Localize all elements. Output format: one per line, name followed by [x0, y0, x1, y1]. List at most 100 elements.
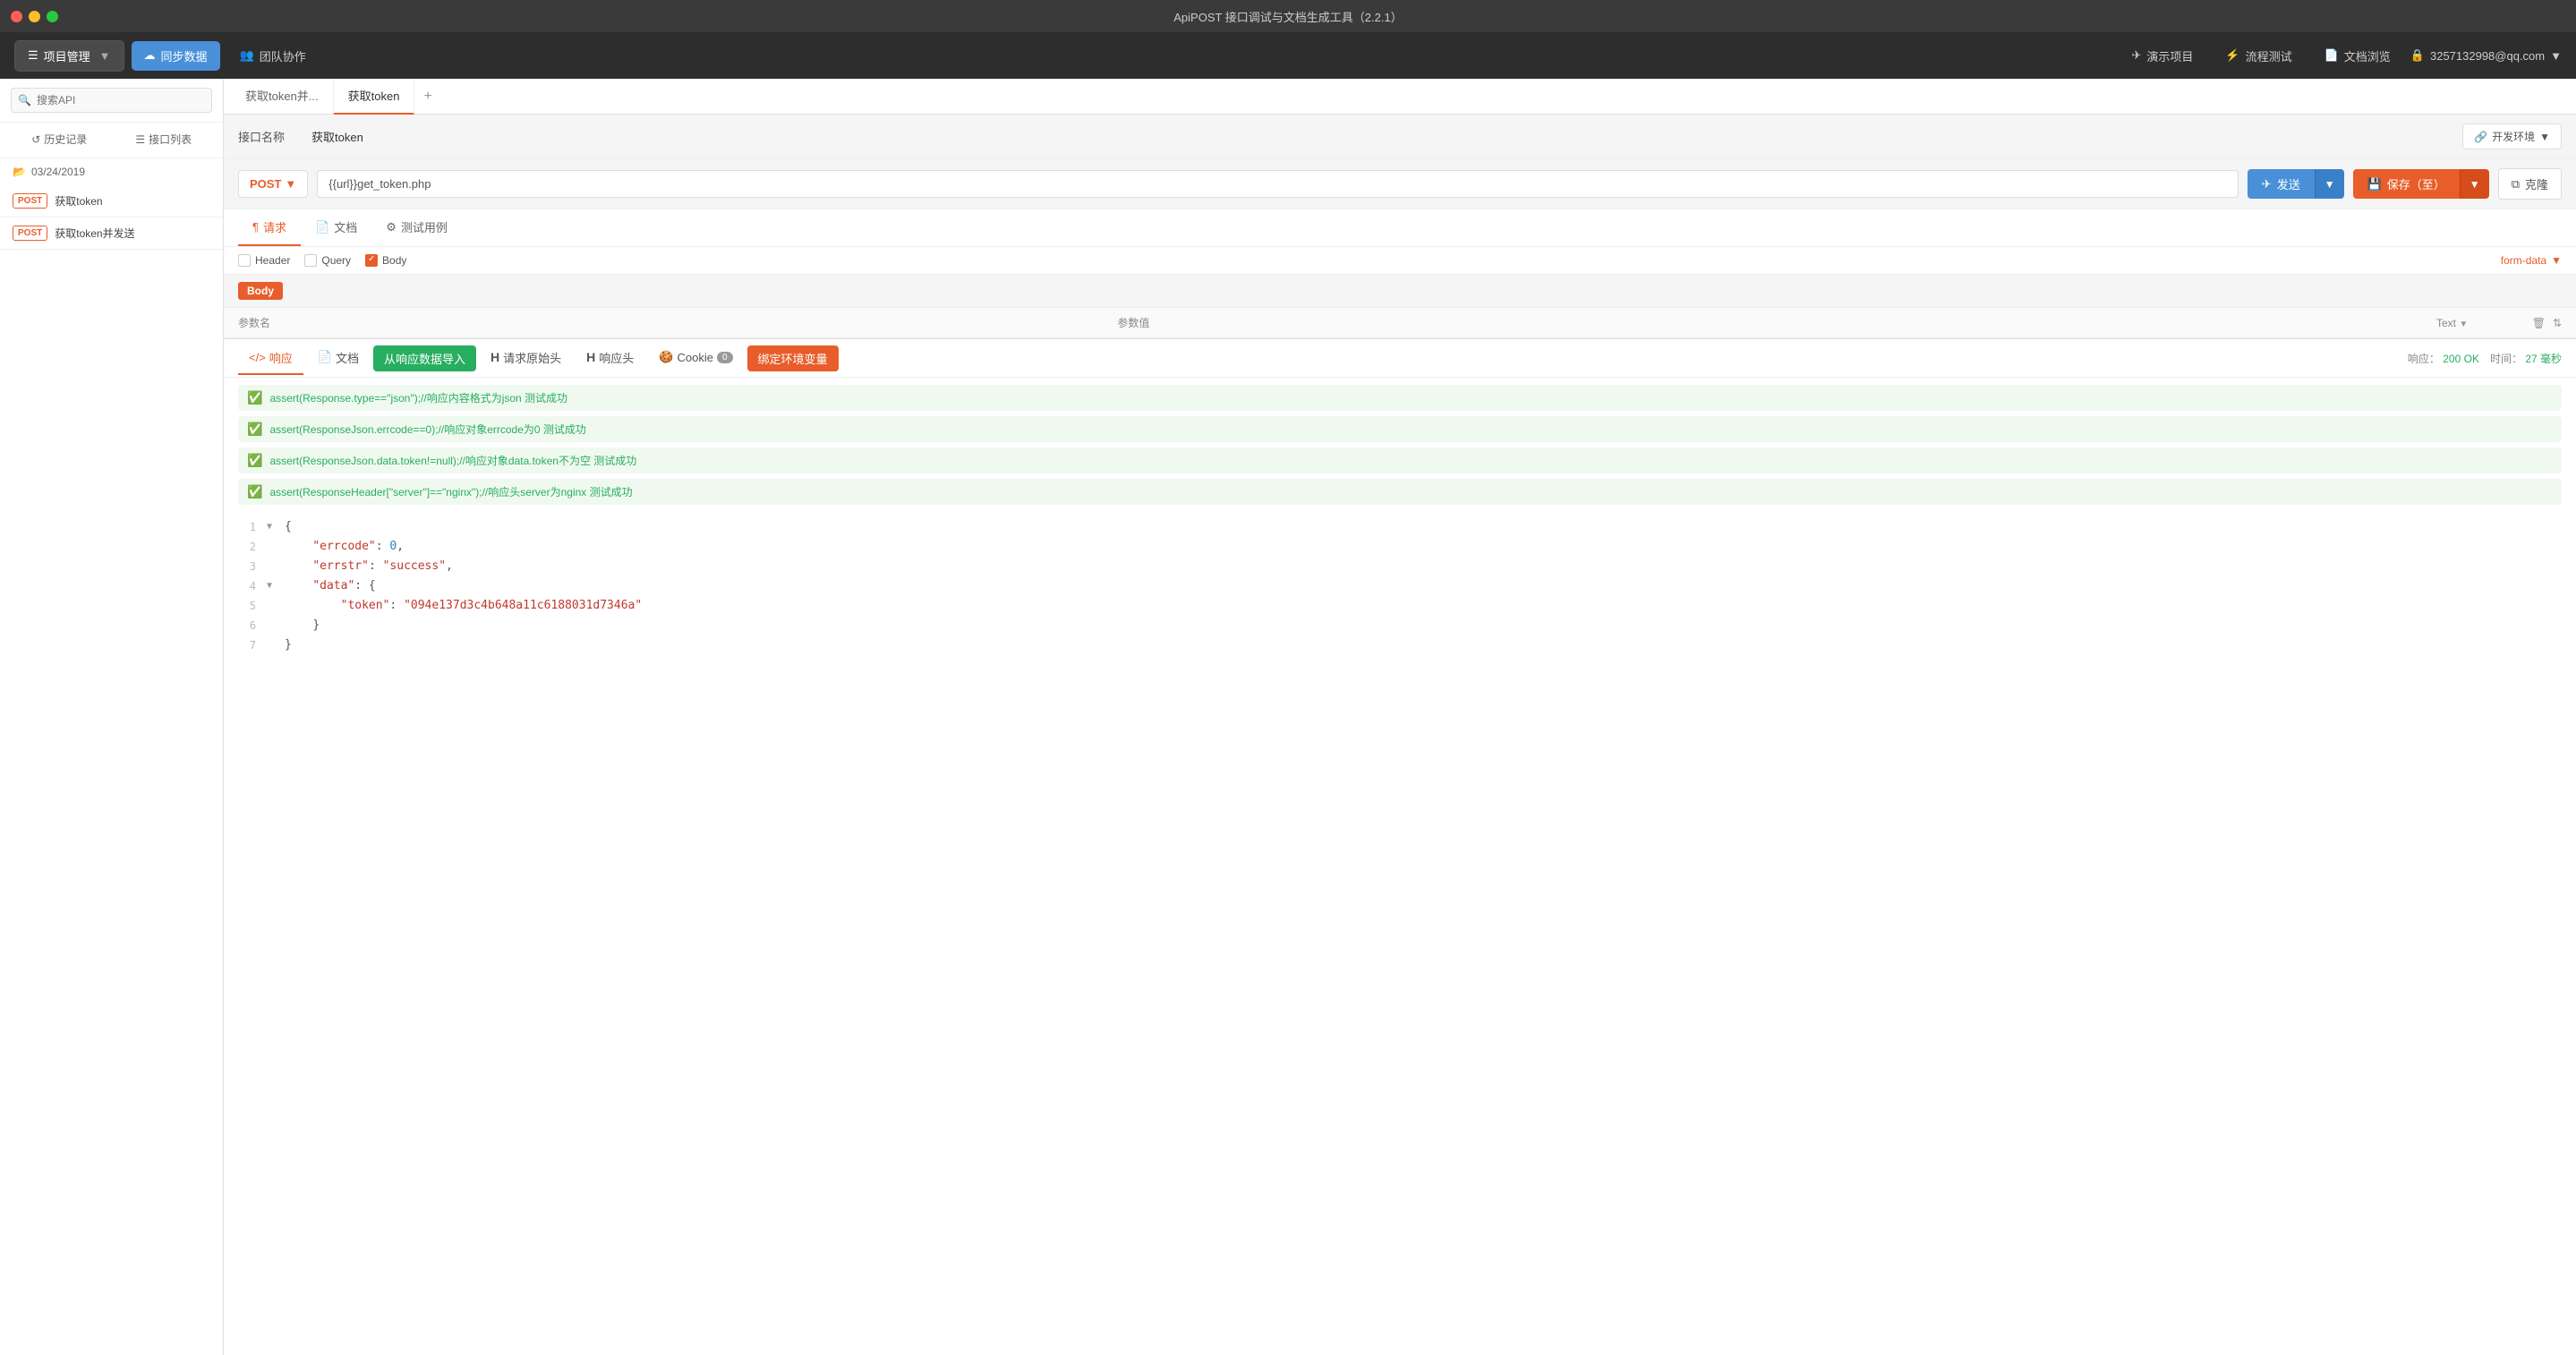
method-select[interactable]: POST ▼: [238, 170, 308, 198]
menu-icon: ☰: [28, 48, 38, 63]
request-icon: ¶: [252, 220, 259, 234]
assert-item: ✅ assert(ResponseJson.data.token!=null);…: [238, 447, 2562, 473]
delete-icon[interactable]: 🗑: [2532, 317, 2546, 329]
api-item-label: 获取token并发送: [55, 226, 134, 241]
status-prefix: 响应：: [2408, 353, 2440, 365]
line-content: "data": {: [281, 576, 2576, 596]
line-content: "token": "094e137d3c4b648a11c6188031d734…: [281, 596, 2576, 616]
flow-icon: ⚡: [2225, 48, 2239, 63]
project-management-button[interactable]: ☰ 项目管理 ▼: [14, 40, 124, 72]
line-number: 4: [224, 576, 267, 596]
project-management-label: 项目管理: [44, 47, 90, 64]
filter-query[interactable]: Query: [304, 254, 351, 267]
url-input[interactable]: [317, 170, 2239, 198]
clone-button[interactable]: ⧉ 克隆: [2498, 168, 2562, 200]
doc-tab-label: 文档: [334, 218, 357, 235]
check-icon: ✅: [247, 390, 262, 405]
status-text: 响应： 200 OK: [2408, 351, 2479, 366]
cookie-count-badge: 0: [717, 352, 733, 363]
body-checkbox[interactable]: [365, 254, 378, 267]
sidebar: 🔍 ↺ 历史记录 ☰ 接口列表 📂 03/24/2019 POST 获取toke…: [0, 79, 224, 1355]
line-number: 6: [224, 616, 267, 635]
env-label: 开发环境: [2492, 129, 2535, 144]
json-line: 7 }: [224, 635, 2576, 655]
response-tabs: </> 响应 📄 文档 从响应数据导入 H 请求原始头 H 响应头: [224, 338, 2576, 378]
sync-data-button[interactable]: ☁ 同步数据: [132, 41, 220, 71]
time-text: 时间： 27 毫秒: [2490, 351, 2562, 366]
close-button[interactable]: [11, 11, 22, 22]
resp-tab-bind-env[interactable]: 绑定环境变量: [747, 345, 839, 371]
list-item[interactable]: POST 获取token并发送: [0, 217, 223, 250]
people-icon: 👥: [240, 48, 254, 63]
resp-tab-doc[interactable]: 📄 文档: [307, 342, 370, 375]
subtab-testcase[interactable]: ⚙ 测试用例: [371, 209, 462, 246]
tab-label: 获取token并...: [245, 87, 319, 104]
save-dropdown-button[interactable]: ▼: [2460, 169, 2489, 199]
tab-get-token-send[interactable]: 获取token并...: [231, 79, 334, 115]
save-label: 保存（至）: [2387, 175, 2445, 192]
list-icon: ☰: [135, 133, 145, 146]
history-label: 历史记录: [44, 132, 87, 147]
sidebar-item-api-list[interactable]: ☰ 接口列表: [112, 123, 217, 158]
doc-browse-button[interactable]: 📄 文档浏览: [2312, 41, 2403, 71]
save-button[interactable]: 💾 保存（至）: [2353, 169, 2460, 199]
cloud-icon: ☁: [144, 48, 156, 63]
resp-tab-raw-header[interactable]: H 请求原始头: [480, 342, 572, 375]
assert-item: ✅ assert(ResponseJson.errcode==0);//响应对象…: [238, 416, 2562, 442]
sort-icon[interactable]: ⇅: [2553, 317, 2562, 329]
sidebar-search-section: 🔍: [0, 79, 223, 123]
form-data-select[interactable]: form-data ▼: [2501, 254, 2562, 267]
sidebar-nav: ↺ 历史记录 ☰ 接口列表: [0, 123, 223, 158]
resp-tab-import[interactable]: 从响应数据导入: [373, 345, 476, 371]
env-select[interactable]: 🔗 开发环境 ▼: [2462, 124, 2562, 149]
minimize-button[interactable]: [29, 11, 40, 22]
raw-header-icon: H: [490, 350, 499, 364]
resp-tab-response[interactable]: </> 响应: [238, 342, 303, 375]
api-name-input[interactable]: [311, 130, 2452, 143]
send-button[interactable]: ✈ 发送: [2248, 169, 2315, 199]
send-button-group: ✈ 发送 ▼: [2248, 169, 2344, 199]
search-input[interactable]: [11, 88, 212, 113]
type-caret-icon: ▼: [2459, 320, 2468, 329]
resp-tab-cookie[interactable]: 🍪 Cookie 0: [648, 343, 743, 373]
subtab-doc[interactable]: 📄 文档: [301, 209, 371, 246]
form-data-label: form-data: [2501, 254, 2546, 267]
clone-icon: ⧉: [2512, 177, 2520, 192]
line-content: "errstr": "success",: [281, 557, 2576, 576]
resp-raw-header-label: 请求原始头: [503, 349, 561, 366]
rocket-icon: ✈: [2131, 48, 2141, 63]
subtab-request[interactable]: ¶ 请求: [238, 209, 301, 246]
flow-test-button[interactable]: ⚡ 流程测试: [2213, 41, 2304, 71]
header-checkbox[interactable]: [238, 254, 251, 267]
fold-toggle[interactable]: ▼: [267, 517, 281, 537]
response-status: 响应： 200 OK 时间： 27 毫秒: [2408, 351, 2562, 366]
fold-toggle[interactable]: ▼: [267, 576, 281, 596]
demo-project-button[interactable]: ✈ 演示项目: [2119, 41, 2205, 71]
app-title: ApiPOST 接口调试与文档生成工具（2.2.1）: [1173, 8, 1402, 25]
json-line: 5 "token": "094e137d3c4b648a11c6188031d7…: [224, 596, 2576, 616]
team-collab-button[interactable]: 👥 团队协作: [227, 41, 319, 71]
resp-header-label: 响应头: [599, 349, 634, 366]
filter-header[interactable]: Header: [238, 254, 290, 267]
time-prefix: 时间：: [2490, 353, 2522, 365]
line-number: 1: [224, 517, 267, 537]
query-checkbox[interactable]: [304, 254, 317, 267]
username: 3257132998@qq.com: [2430, 49, 2545, 63]
method-badge-post: POST: [13, 193, 47, 209]
add-tab-button[interactable]: +: [414, 79, 440, 115]
assert-text: assert(ResponseJson.data.token!=null);//…: [269, 453, 636, 468]
col-value-label: 参数值: [1117, 317, 1149, 329]
sidebar-item-history[interactable]: ↺ 历史记录: [7, 123, 112, 158]
link-icon: 🔗: [2474, 131, 2487, 143]
header-filter-label: Header: [255, 254, 290, 267]
history-icon: ↺: [31, 133, 40, 146]
date-label: 03/24/2019: [31, 166, 85, 178]
time-value: 27 毫秒: [2525, 353, 2562, 365]
json-line: 3 "errstr": "success",: [224, 557, 2576, 576]
tab-get-token[interactable]: 获取token: [334, 79, 415, 115]
filter-body[interactable]: Body: [365, 254, 406, 267]
maximize-button[interactable]: [47, 11, 58, 22]
resp-tab-resp-header[interactable]: H 响应头: [576, 342, 644, 375]
list-item[interactable]: POST 获取token: [0, 185, 223, 217]
send-dropdown-button[interactable]: ▼: [2315, 169, 2344, 199]
